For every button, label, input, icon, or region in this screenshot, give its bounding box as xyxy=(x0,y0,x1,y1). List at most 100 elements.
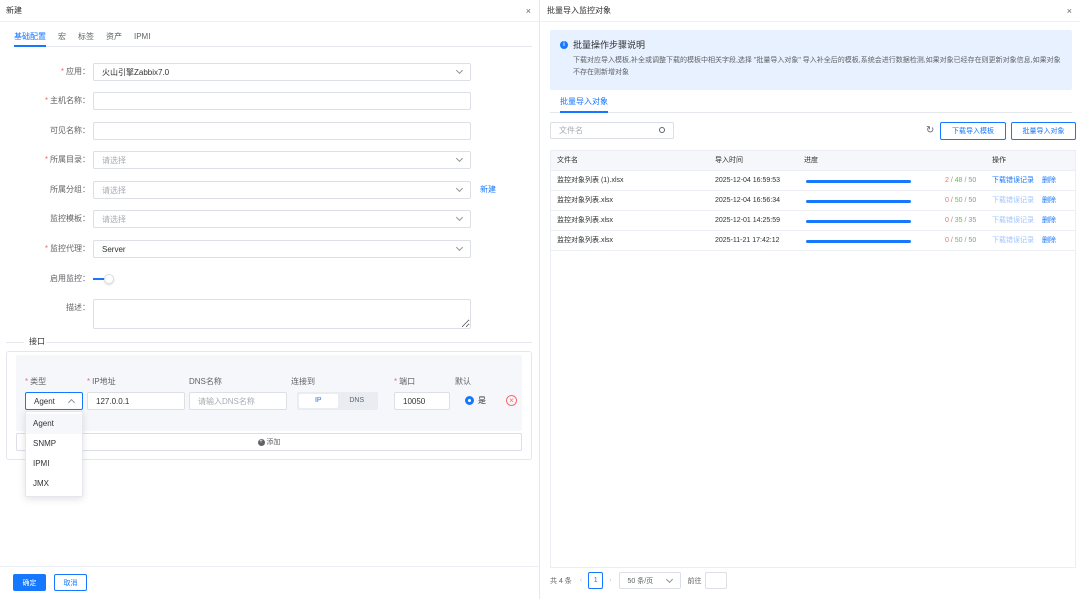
directory-row: * 所属目录： 请选择 xyxy=(0,151,540,169)
import-tabs: 批量导入对象 xyxy=(550,94,1072,113)
download-template-button[interactable]: 下载导入模板 xyxy=(940,122,1006,140)
row-progress-bar xyxy=(806,180,911,183)
instructions-text: 下载对应导入模板,补全或调整下载的模板中相关字段,选择 "批量导入对象" 导入补… xyxy=(573,57,1061,76)
visible-name-row: 可见名称： xyxy=(0,122,540,140)
row-filename: 监控对象列表.xlsx xyxy=(557,237,613,244)
confirm-button[interactable]: 确定 xyxy=(13,574,46,591)
enable-switch[interactable] xyxy=(93,274,115,284)
connect-header: 连接到 xyxy=(291,377,315,386)
row-progress-bar xyxy=(806,240,911,243)
import-table: 文件名 导入时间 进度 操作 监控对象列表 (1).xlsx 2025-12-0… xyxy=(550,150,1076,568)
instructions-box: i 批量操作步骤说明 下载对应导入模板,补全或调整下载的模板中相关字段,选择 "批… xyxy=(550,30,1072,90)
template-select[interactable]: 请选择 xyxy=(93,210,471,228)
description-textarea[interactable] xyxy=(93,299,471,329)
interface-section-title: 接口 xyxy=(29,337,45,346)
app-select[interactable]: 火山引擎Zabbix7.0 xyxy=(93,63,471,81)
interface-row: * 类型 * IP地址 DNS名称 连接到 * 端口 默认 Agent 127.0.0… xyxy=(16,355,522,431)
page-1-button[interactable]: 1 xyxy=(588,572,604,589)
type-header: 类型 xyxy=(30,377,47,386)
instructions-title: 批量操作步骤说明 xyxy=(573,40,646,50)
tab-bulk-import[interactable]: 批量导入对象 xyxy=(560,94,608,113)
table-header: 文件名 导入时间 进度 操作 xyxy=(551,151,1075,171)
create-panel: 新建 × 基础配置 宏 标签 资产 IPMI * 应用： 火山引擎Zabbix7.… xyxy=(0,0,540,599)
visible-name-label: 可见名称： xyxy=(50,126,90,135)
interface-section-divider: 接口 xyxy=(6,337,532,347)
download-error-link[interactable]: 下载错误记录 xyxy=(992,171,1034,191)
close-icon[interactable]: × xyxy=(526,6,531,16)
search-icon xyxy=(659,127,665,133)
table-row: 监控对象列表.xlsx 2025-11-21 17:42:12 0 / 50 /… xyxy=(551,231,1075,251)
download-error-link[interactable]: 下载错误记录 xyxy=(992,231,1034,251)
directory-select[interactable]: 请选择 xyxy=(93,151,471,169)
page-size-select[interactable]: 50 条/页 xyxy=(619,572,682,589)
default-header: 默认 xyxy=(455,377,471,386)
refresh-icon[interactable]: ↻ xyxy=(926,125,934,136)
hostname-input[interactable] xyxy=(93,92,471,110)
download-error-link[interactable]: 下载错误记录 xyxy=(992,211,1034,231)
chevron-up-icon xyxy=(67,398,76,407)
enable-label: 启用监控： xyxy=(50,274,90,283)
row-progress-bar xyxy=(806,200,911,203)
table-row: 监控对象列表 (1).xlsx 2025-12-04 16:59:53 2 / … xyxy=(551,171,1075,191)
pagination-total: 共 4 条 xyxy=(550,577,572,585)
col-import-time: 导入时间 xyxy=(715,157,743,164)
row-progress-bar xyxy=(806,220,911,223)
interface-type-select[interactable]: Agent xyxy=(25,392,83,410)
bulk-import-button[interactable]: 批量导入对象 xyxy=(1011,122,1076,140)
default-radio[interactable] xyxy=(465,396,474,405)
tab-ipmi[interactable]: IPMI xyxy=(134,30,150,47)
delete-link[interactable]: 删除 xyxy=(1042,171,1056,191)
dropdown-option-jmx[interactable]: JMX xyxy=(26,474,82,494)
new-group-link[interactable]: 新建 xyxy=(480,181,496,199)
next-page-icon[interactable]: › xyxy=(609,577,611,584)
tab-macro[interactable]: 宏 xyxy=(58,30,66,47)
ip-input[interactable]: 127.0.0.1 xyxy=(87,392,185,410)
row-filename: 监控对象列表.xlsx xyxy=(557,197,613,204)
pagination: 共 4 条 ‹ 1 › 50 条/页 前往 xyxy=(550,571,728,590)
row-time: 2025-12-04 16:56:34 xyxy=(715,197,780,204)
template-label: 监控模板： xyxy=(50,214,90,223)
connect-dns-option[interactable]: DNS xyxy=(338,394,377,408)
col-ops: 操作 xyxy=(992,157,1006,164)
dropdown-option-snmp[interactable]: SNMP xyxy=(26,434,82,454)
group-select[interactable]: 请选择 xyxy=(93,181,471,199)
row-time: 2025-12-01 14:25:59 xyxy=(715,217,780,224)
dropdown-option-agent[interactable]: Agent xyxy=(26,414,82,434)
tab-basic-config[interactable]: 基础配置 xyxy=(14,30,46,47)
add-interface-label: 添加 xyxy=(266,439,281,446)
port-input[interactable]: 10050 xyxy=(394,392,450,410)
table-row: 监控对象列表.xlsx 2025-12-04 16:56:34 0 / 50 /… xyxy=(551,191,1075,211)
remove-interface-icon[interactable]: × xyxy=(506,395,517,406)
row-filename: 监控对象列表 (1).xlsx xyxy=(557,177,624,184)
prev-page-icon[interactable]: ‹ xyxy=(580,577,582,584)
table-row: 监控对象列表.xlsx 2025-12-01 14:25:59 0 / 35 /… xyxy=(551,211,1075,231)
goto-label: 前往 xyxy=(687,577,702,585)
delete-link[interactable]: 删除 xyxy=(1042,211,1056,231)
filename-search-input[interactable]: 文件名 xyxy=(550,122,674,139)
app-label: 应用： xyxy=(66,67,90,76)
hostname-label: 主机名称： xyxy=(50,96,90,105)
tab-assets[interactable]: 资产 xyxy=(106,30,122,47)
bulk-import-header: 批量导入监控对象 × xyxy=(541,0,1080,22)
dropdown-option-ipmi[interactable]: IPMI xyxy=(26,454,82,474)
dns-header: DNS名称 xyxy=(189,377,222,386)
goto-page-input[interactable] xyxy=(705,572,728,589)
delete-link[interactable]: 删除 xyxy=(1042,231,1056,251)
create-panel-footer: 确定 取消 xyxy=(0,566,540,599)
chevron-down-icon xyxy=(455,243,464,252)
chevron-down-icon xyxy=(455,184,464,193)
cancel-button[interactable]: 取消 xyxy=(54,574,87,591)
chevron-down-icon xyxy=(455,213,464,222)
connect-ip-option[interactable]: IP xyxy=(299,394,338,408)
proxy-select[interactable]: Server xyxy=(93,240,471,258)
close-icon[interactable]: × xyxy=(1067,6,1072,16)
description-row: 描述： xyxy=(0,299,540,329)
enable-row: 启用监控： xyxy=(0,270,540,288)
tab-tags[interactable]: 标签 xyxy=(78,30,94,47)
download-error-link[interactable]: 下载错误记录 xyxy=(992,191,1034,211)
dns-input[interactable]: 请输入DNS名称 xyxy=(189,392,287,410)
add-interface-button[interactable]: + 添加 xyxy=(16,433,522,451)
proxy-label: 监控代理： xyxy=(50,244,90,253)
delete-link[interactable]: 删除 xyxy=(1042,191,1056,211)
visible-name-input[interactable] xyxy=(93,122,471,140)
